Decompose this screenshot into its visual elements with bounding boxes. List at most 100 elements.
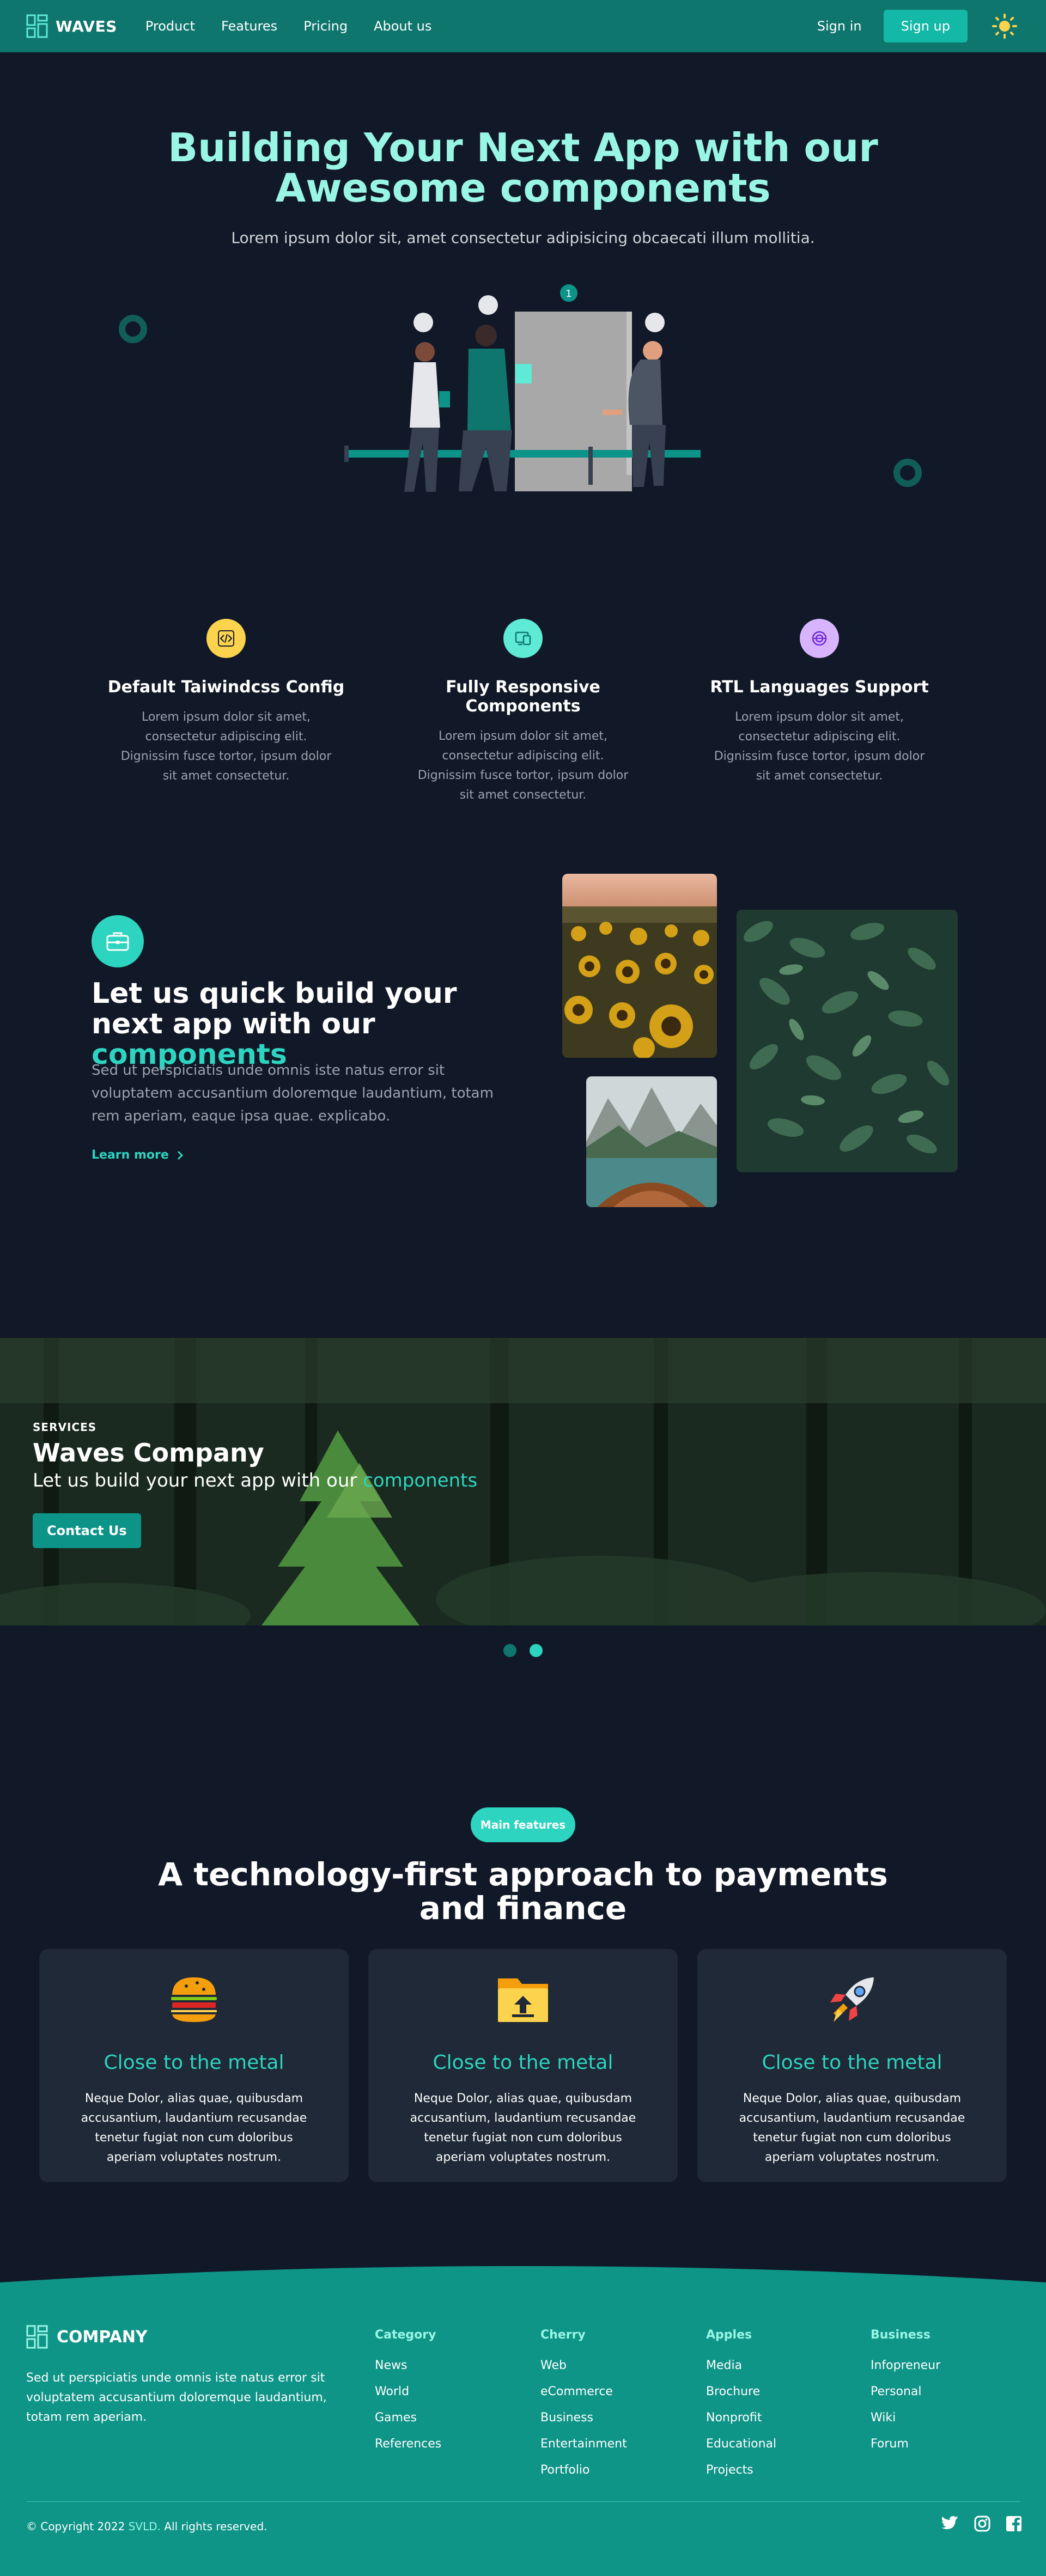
brand-logo[interactable]: WAVES: [26, 14, 117, 38]
hero-title-line1: Building Your Next App with our: [168, 125, 878, 170]
feature-desc: Lorem ipsum dolor sit amet, consectetur …: [714, 710, 925, 783]
hero-title-line2: Awesome components: [275, 165, 771, 211]
footer-link[interactable]: Educational: [706, 2431, 776, 2457]
theme-toggle-sun-icon[interactable]: [989, 11, 1020, 41]
hero-title: Building Your Next App with our Awesome …: [0, 127, 1046, 208]
feature-title: RTL Languages Support: [710, 678, 929, 697]
footer-column-title: Apples: [706, 2328, 752, 2342]
sunflower-field-photo: [562, 874, 717, 1058]
footer-column-business: Business Infopreneur Personal Wiki Forum: [871, 2328, 940, 2457]
chevron-right-icon: [177, 1150, 183, 1160]
footer-desc: Sed ut perspiciatis unde omnis iste natu…: [26, 2371, 327, 2424]
feature-title: Fully Responsive Components: [446, 678, 600, 716]
footer-link[interactable]: Entertainment: [540, 2431, 627, 2457]
footer-column-title: Cherry: [540, 2328, 586, 2342]
footer-link[interactable]: Wiki: [871, 2405, 940, 2431]
hero-team-illustration: 1: [344, 284, 701, 492]
brand-name: WAVES: [56, 17, 117, 35]
decorative-ring: [893, 459, 922, 487]
copyright-suffix: All rights reserved.: [164, 2520, 267, 2533]
footer-link[interactable]: Games: [375, 2405, 441, 2431]
burger-icon: [169, 1975, 219, 2025]
code-icon: [206, 619, 246, 658]
footer-column-category: Category News World Games References: [375, 2328, 441, 2457]
nav-link-product[interactable]: Product: [145, 19, 195, 34]
mountain-lake-boat-photo: [586, 1076, 717, 1207]
briefcase-icon: [92, 915, 144, 967]
footer-column-apples: Apples Media Brochure Nonprofit Educatio…: [706, 2328, 776, 2483]
copyright: © Copyright 2022 SVLD. All rights reserv…: [26, 2520, 267, 2533]
main-features-title: A technology-first approach to payments …: [0, 1858, 1046, 1925]
footer-link[interactable]: Portfolio: [540, 2457, 627, 2483]
feature-title: Default Taiwindcss Config: [107, 678, 345, 697]
feature-desc: Lorem ipsum dolor sit amet, consectetur …: [417, 729, 629, 802]
banner-subtitle-accent: components: [363, 1470, 478, 1491]
signup-button[interactable]: Sign up: [883, 10, 968, 42]
build-section-title: Let us quick build your next app with ou…: [92, 978, 506, 1070]
footer-link[interactable]: eCommerce: [540, 2379, 627, 2405]
card-title: Close to the metal: [433, 2051, 613, 2074]
contact-us-button[interactable]: Contact Us: [33, 1513, 141, 1548]
footer-link[interactable]: Forum: [871, 2431, 940, 2457]
footer-link[interactable]: Nonprofit: [706, 2405, 776, 2431]
build-title-text: Let us quick build your next app with ou…: [92, 977, 457, 1040]
learn-more-link[interactable]: Learn more: [92, 1148, 184, 1162]
footer-wave-divider: [0, 2266, 1046, 2315]
card-desc: Neque Dolor, alias quae, quibusdam accus…: [739, 2092, 965, 2164]
decorative-ring: [119, 315, 147, 343]
feature-card: Close to the metal Neque Dolor, alias qu…: [697, 1949, 1007, 2182]
footer-link[interactable]: References: [375, 2431, 441, 2457]
footer-logo[interactable]: COMPANY: [26, 2325, 148, 2349]
banner-subtitle: Let us build your next app with our comp…: [33, 1470, 477, 1491]
hero-badge-number: 1: [565, 288, 571, 300]
facebook-icon[interactable]: [1006, 2516, 1022, 2532]
top-navbar: WAVES Product Features Pricing About us …: [0, 0, 1046, 52]
feature-card: Close to the metal Neque Dolor, alias qu…: [39, 1949, 349, 2182]
feature-desc: Lorem ipsum dolor sit amet, consectetur …: [120, 710, 332, 783]
carousel-dot-active[interactable]: [530, 1644, 543, 1657]
social-links: [941, 2516, 1022, 2532]
feature-item: Default Taiwindcss Config Lorem ipsum do…: [95, 619, 357, 786]
copyright-prefix: © Copyright 2022: [26, 2520, 125, 2533]
banner-overline: SERVICES: [33, 1421, 97, 1434]
twitter-icon[interactable]: [941, 2516, 959, 2531]
learn-more-label: Learn more: [92, 1148, 169, 1162]
nav-link-about[interactable]: About us: [374, 19, 431, 34]
services-banner: SERVICES Waves Company Let us build your…: [0, 1338, 1046, 1625]
footer-link[interactable]: Web: [540, 2353, 627, 2379]
carousel-dot[interactable]: [503, 1644, 516, 1657]
footer-column-title: Business: [871, 2328, 931, 2342]
rocket-icon: [830, 1977, 874, 2022]
footer-column-cherry: Cherry Web eCommerce Business Entertainm…: [540, 2328, 627, 2483]
globe-icon: [800, 619, 839, 658]
footer: COMPANY Sed ut perspiciatis unde omnis i…: [0, 2310, 1046, 2576]
main-features-title-line2: and finance: [419, 1890, 627, 1927]
nav-link-pricing[interactable]: Pricing: [303, 19, 348, 34]
card-title: Close to the metal: [762, 2051, 942, 2074]
footer-link[interactable]: World: [375, 2379, 441, 2405]
build-section-desc: Sed ut perspiciatis unde omnis iste natu…: [92, 1062, 494, 1124]
footer-link[interactable]: Personal: [871, 2379, 940, 2405]
feature-item: Fully Responsive Components Lorem ipsum …: [392, 619, 654, 805]
footer-divider: [26, 2501, 1020, 2502]
instagram-icon[interactable]: [974, 2516, 990, 2532]
feature-card: Close to the metal Neque Dolor, alias qu…: [368, 1949, 678, 2182]
footer-link[interactable]: Projects: [706, 2457, 776, 2483]
copyright-brand-link[interactable]: SVLD.: [129, 2520, 161, 2533]
banner-title: Waves Company: [33, 1438, 264, 1467]
footer-brand: COMPANY: [57, 2327, 148, 2347]
footer-link[interactable]: News: [375, 2353, 441, 2379]
hero-subtitle: Lorem ipsum dolor sit, amet consectetur …: [231, 229, 815, 247]
footer-column-title: Category: [375, 2328, 436, 2342]
footer-link[interactable]: Business: [540, 2405, 627, 2431]
footer-link[interactable]: Infopreneur: [871, 2353, 940, 2379]
card-desc: Neque Dolor, alias quae, quibusdam accus…: [410, 2092, 636, 2164]
devices-icon: [503, 619, 543, 658]
nav-link-features[interactable]: Features: [221, 19, 277, 34]
footer-link[interactable]: Brochure: [706, 2379, 776, 2405]
footer-link[interactable]: Media: [706, 2353, 776, 2379]
banner-subtitle-text: Let us build your next app with our: [33, 1470, 357, 1491]
signin-link[interactable]: Sign in: [817, 19, 862, 34]
grid-logo-icon: [26, 14, 48, 38]
grid-logo-icon: [26, 2325, 48, 2349]
